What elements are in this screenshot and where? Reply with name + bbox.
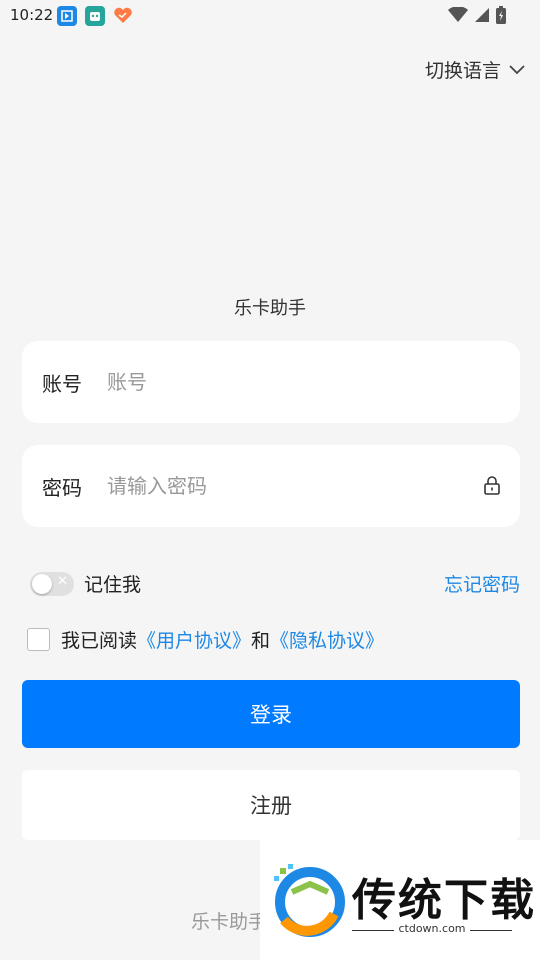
agreement-prefix: 我已阅读 (61, 630, 138, 652)
account-input[interactable] (107, 370, 470, 394)
privacy-policy-link[interactable]: 《隐私协议》 (270, 626, 384, 653)
forgot-password-link[interactable]: 忘记密码 (444, 570, 520, 597)
watermark-logo (274, 864, 345, 937)
robot-notification-icon (85, 6, 105, 26)
watermark: 传统下载 ctdown.com (260, 840, 540, 960)
agreement-conjunction: 和 (251, 630, 271, 652)
agreement-row: 我已阅读 《用户协议》 和 《隐私协议》 (27, 626, 384, 653)
agreement-checkbox[interactable] (27, 628, 50, 651)
chevron-down-icon (509, 64, 525, 74)
password-input[interactable] (107, 474, 470, 498)
watermark-url: ctdown.com (398, 922, 466, 935)
app-name: 乐卡助手 (234, 298, 306, 319)
toggle-knob (32, 573, 52, 594)
register-button[interactable]: 注册 (22, 770, 520, 840)
status-time: 10:22 (10, 6, 54, 24)
login-button[interactable]: 登录 (22, 680, 520, 748)
watermark-divider (470, 930, 512, 931)
account-label: 账号 (42, 371, 82, 396)
close-icon: ✕ (57, 573, 68, 589)
heart-notification-icon (113, 6, 133, 26)
footer-text: 乐卡助手 (191, 911, 268, 933)
remember-me-row: ✕ 记住我 (30, 570, 141, 597)
language-switch-label: 切换语言 (424, 60, 501, 82)
battery-icon (496, 6, 506, 24)
password-label: 密码 (42, 475, 82, 500)
remember-me-toggle[interactable]: ✕ (30, 571, 74, 596)
account-field: 账号 (22, 341, 520, 423)
status-bar: 10:22 (0, 0, 540, 32)
lock-icon[interactable] (483, 475, 501, 495)
signal-icon (475, 8, 489, 22)
system-icons (448, 6, 506, 24)
watermark-title: 传统下载 (352, 875, 536, 926)
wifi-icon (448, 7, 468, 22)
user-agreement-link[interactable]: 《用户协议》 (137, 626, 251, 653)
language-switch[interactable]: 切换语言 (425, 56, 525, 83)
app-notification-icon (57, 6, 77, 26)
remember-me-label: 记住我 (84, 574, 142, 596)
password-field: 密码 (22, 445, 520, 527)
